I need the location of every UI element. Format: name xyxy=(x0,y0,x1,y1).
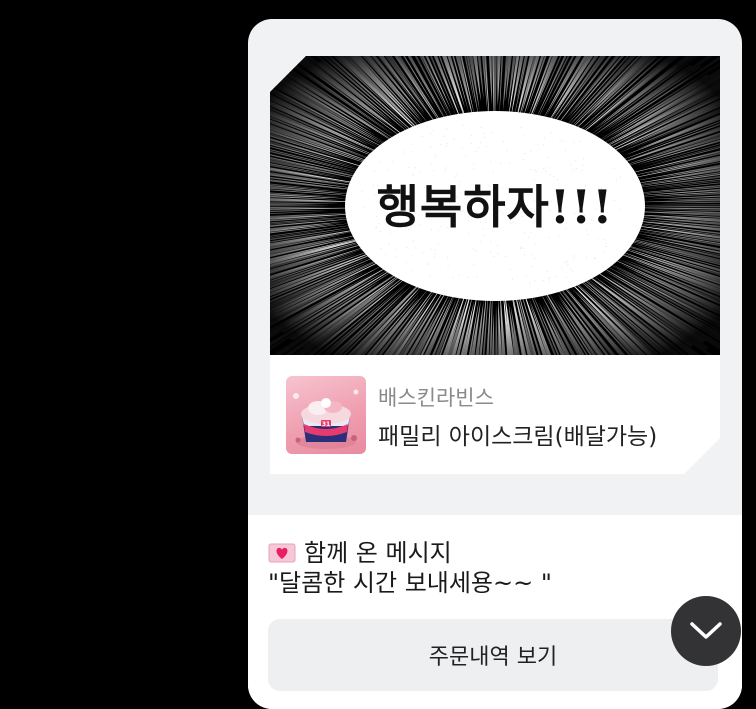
message-block: 함께 온 메시지 "달콤한 시간 보내세용~~ " xyxy=(268,538,552,598)
product-name: 패밀리 아이스크림(배달가능) xyxy=(378,424,658,450)
message-title-row: 함께 온 메시지 xyxy=(268,538,552,568)
product-thumbnail: 31 xyxy=(286,376,366,454)
chevron-down-icon xyxy=(690,622,722,639)
heart-envelope-icon xyxy=(268,540,296,563)
gift-card-headline: 행복하자!!! xyxy=(376,179,614,234)
chat-bubble: 행복하자!!! 31 배스킨라빈스 패밀리 아이스크림(배달가능) 함께 온 메… xyxy=(248,19,742,709)
scroll-down-button[interactable] xyxy=(671,596,741,666)
svg-text:31: 31 xyxy=(322,421,330,428)
message-title: 함께 온 메시지 xyxy=(304,539,452,567)
order-history-button[interactable]: 주문내역 보기 xyxy=(268,619,718,691)
gift-card[interactable]: 행복하자!!! 31 배스킨라빈스 패밀리 아이스크림(배달가능) xyxy=(270,56,720,474)
product-row[interactable]: 31 배스킨라빈스 패밀리 아이스크림(배달가능) xyxy=(270,355,720,474)
message-text: "달콤한 시간 보내세용~~ " xyxy=(268,569,552,597)
brand-name: 배스킨라빈스 xyxy=(378,386,494,410)
